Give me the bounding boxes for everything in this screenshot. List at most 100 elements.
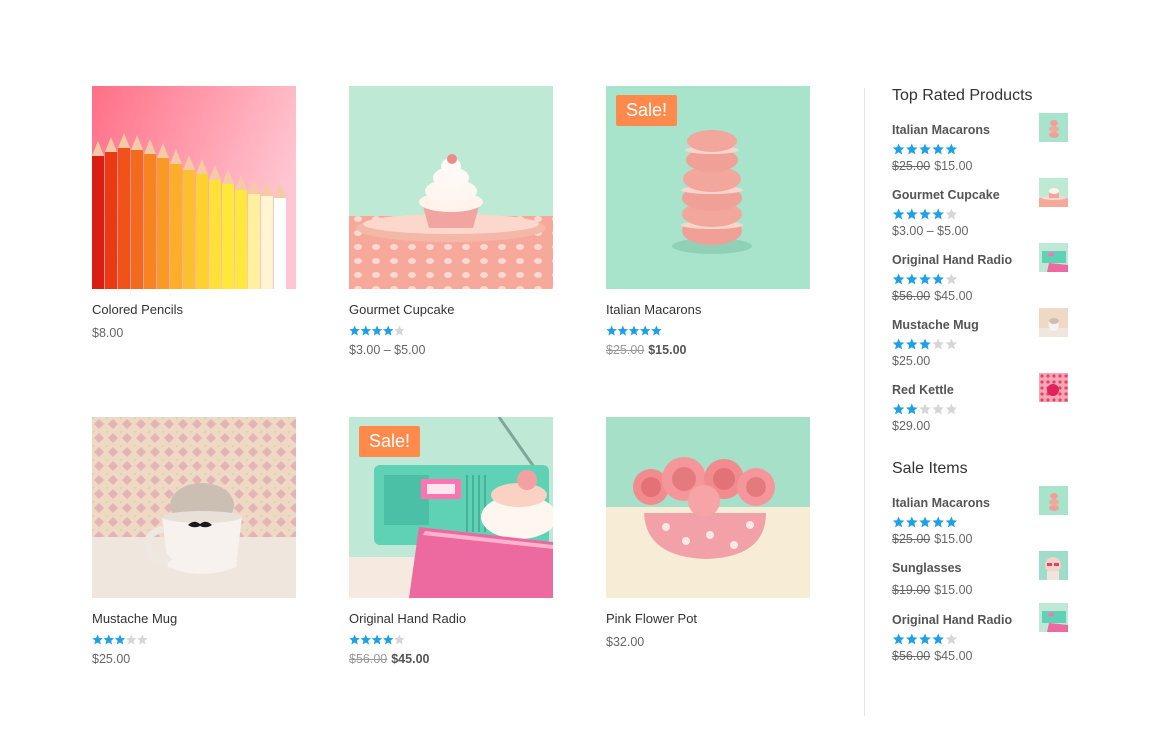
product-price: $25.00 <box>92 651 296 667</box>
widget-product-name[interactable]: Italian Macarons <box>892 496 990 510</box>
star-icon <box>932 338 944 350</box>
star-icon <box>932 403 944 415</box>
star-icon <box>932 273 944 285</box>
widget-thumbnail-italian-macarons[interactable] <box>1039 486 1068 515</box>
product-title[interactable]: Mustache Mug <box>92 611 177 627</box>
star-icon <box>932 208 944 220</box>
star-rating <box>606 325 662 336</box>
star-rating <box>892 516 958 528</box>
current-price: $32.00 <box>606 635 645 649</box>
star-rating <box>349 325 405 336</box>
star-icon <box>906 143 918 155</box>
sale-badge: Sale! <box>359 426 421 457</box>
top-rated-item: Original Hand Radio $56.00 $45.00 <box>892 243 1068 304</box>
star-icon <box>906 633 918 645</box>
widget-price: $3.00 – $5.00 <box>892 223 1068 239</box>
top-rated-item: Mustache Mug $25.00 <box>892 308 1068 368</box>
product-image-gourmet-cupcake[interactable] <box>349 86 553 289</box>
original-price: $25.00 <box>892 532 931 546</box>
current-price: $8.00 <box>92 326 124 340</box>
product-title[interactable]: Pink Flower Pot <box>606 611 697 627</box>
product-price: $32.00 <box>606 634 810 650</box>
original-price: $25.00 <box>606 343 645 357</box>
star-icon <box>394 325 405 336</box>
sale-item: Italian Macarons $25.00 $15.00 <box>892 486 1068 547</box>
original-price: $25.00 <box>892 159 931 173</box>
top-rated-item: Gourmet Cupcake $3.00 – $5.00 <box>892 178 1068 239</box>
star-icon <box>945 633 958 645</box>
product-image-original-hand-radio[interactable]: Sale! <box>349 417 553 598</box>
widget-product-name[interactable]: Sunglasses <box>892 561 961 575</box>
sale-price: $15.00 <box>934 532 973 546</box>
widget-thumbnail-original-hand-radio[interactable] <box>1039 243 1068 272</box>
star-icon <box>945 403 958 415</box>
star-rating <box>892 338 958 350</box>
widget-product-name[interactable]: Original Hand Radio <box>892 253 1012 267</box>
product-price: $56.00 $45.00 <box>349 651 553 667</box>
star-icon <box>906 516 918 528</box>
widget-thumbnail-mustache-mug[interactable] <box>1039 308 1068 337</box>
star-icon <box>945 273 958 285</box>
current-price: $3.00 – $5.00 <box>892 224 969 238</box>
star-icon <box>919 403 931 415</box>
product-image-mustache-mug[interactable] <box>92 417 296 598</box>
widget-thumbnail-italian-macarons[interactable] <box>1039 113 1068 142</box>
star-icon <box>919 208 931 220</box>
star-icon <box>932 143 944 155</box>
star-icon <box>617 325 629 336</box>
star-icon <box>371 325 383 336</box>
star-icon <box>639 325 651 336</box>
star-icon <box>382 634 394 645</box>
sale-items-title: Sale Items <box>892 460 968 477</box>
widget-product-name[interactable]: Mustache Mug <box>892 318 979 332</box>
product-image-pink-flower-pot[interactable] <box>606 417 810 598</box>
star-icon <box>919 273 931 285</box>
product-title[interactable]: Italian Macarons <box>606 302 701 318</box>
star-icon <box>892 633 905 645</box>
star-icon <box>932 516 944 528</box>
widget-price: $56.00 $45.00 <box>892 288 1068 304</box>
widget-price: $19.00 $15.00 <box>892 582 1068 598</box>
widget-price: $25.00 $15.00 <box>892 531 1068 547</box>
widget-thumbnail-sunglasses[interactable] <box>1039 551 1068 580</box>
product-card-gourmet-cupcake: Gourmet Cupcake $3.00 – $5.00 <box>349 86 553 358</box>
star-rating <box>892 143 958 155</box>
product-title[interactable]: Gourmet Cupcake <box>349 302 455 318</box>
widget-product-name[interactable]: Original Hand Radio <box>892 613 1012 627</box>
sale-price: $45.00 <box>934 289 973 303</box>
widget-product-name[interactable]: Red Kettle <box>892 383 954 397</box>
original-price: $56.00 <box>892 289 931 303</box>
widget-price: $29.00 <box>892 418 1068 434</box>
star-icon <box>906 403 918 415</box>
sale-item: Original Hand Radio $56.00 $45.00 <box>892 603 1068 663</box>
top-rated-item: Red Kettle $29.00 <box>892 373 1068 434</box>
star-icon <box>906 208 918 220</box>
widget-product-name[interactable]: Italian Macarons <box>892 123 990 137</box>
original-price: $56.00 <box>349 652 388 666</box>
star-icon <box>919 143 931 155</box>
widget-thumbnail-gourmet-cupcake[interactable] <box>1039 178 1068 207</box>
widget-thumbnail-original-hand-radio[interactable] <box>1039 603 1068 632</box>
current-price: $29.00 <box>892 419 931 433</box>
product-image-italian-macarons[interactable]: Sale! <box>606 86 810 289</box>
widget-product-name[interactable]: Gourmet Cupcake <box>892 188 1000 202</box>
product-title[interactable]: Original Hand Radio <box>349 611 466 627</box>
star-icon <box>360 634 372 645</box>
star-icon <box>906 338 918 350</box>
star-rating <box>892 403 958 415</box>
product-card-original-hand-radio: Sale! Original Hand Radio $56.00 $45.00 <box>349 417 553 667</box>
star-icon <box>382 325 394 336</box>
widget-thumbnail-red-kettle[interactable] <box>1039 373 1068 402</box>
product-title[interactable]: Colored Pencils <box>92 302 183 318</box>
star-icon <box>628 325 640 336</box>
product-image-colored-pencils[interactable] <box>92 86 296 289</box>
sale-item: Sunglasses $19.00 $15.00 <box>892 551 1068 609</box>
current-price: $3.00 – $5.00 <box>349 343 426 357</box>
sale-price: $45.00 <box>391 652 430 666</box>
product-price: $25.00 $15.00 <box>606 342 810 358</box>
sale-price: $15.00 <box>648 343 687 357</box>
star-icon <box>945 143 958 155</box>
product-price: $8.00 <box>92 325 296 341</box>
star-icon <box>892 208 905 220</box>
star-icon <box>114 634 126 645</box>
